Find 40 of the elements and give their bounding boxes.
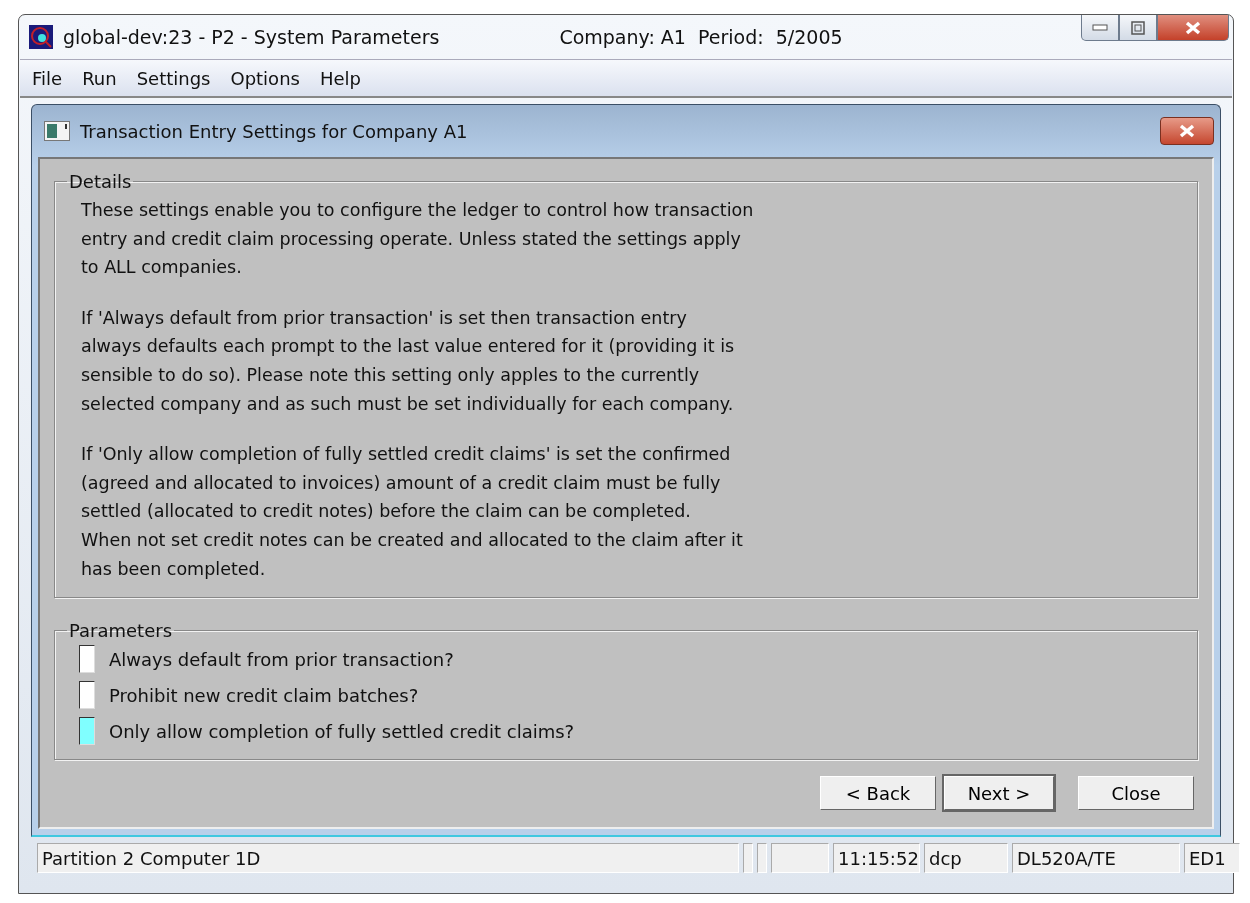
minimize-icon bbox=[1092, 23, 1108, 32]
menu-item[interactable]: Options bbox=[224, 64, 306, 92]
company-period-label: Company: A1 Period: 5/2005 bbox=[559, 26, 843, 48]
status-bar-panel: DL520A/TE bbox=[1012, 843, 1180, 873]
checkbox[interactable] bbox=[79, 645, 95, 674]
status-bar-panel bbox=[771, 843, 829, 873]
status-bar-panel: 11:15:52 bbox=[833, 843, 920, 873]
window-title: global-dev:23 - P2 - System Parameters bbox=[63, 26, 440, 48]
dialog-close-button[interactable] bbox=[1160, 117, 1214, 145]
group-title: Details bbox=[68, 171, 133, 192]
app-icon bbox=[29, 25, 53, 49]
description-paragraph: These settings enable you to configure the ledger to control how transaction entry and credit claim processing operate. Unless stated the settings apply to ALL companies. bbox=[81, 199, 755, 280]
checkbox-label: Only allow completion of fully settled credit claims? bbox=[109, 720, 575, 742]
status-bar-panel: Partition 2 Computer 1D bbox=[37, 843, 739, 873]
menu-item[interactable]: File bbox=[26, 64, 69, 92]
close-button[interactable] bbox=[1157, 15, 1229, 41]
checkbox-label: Always default from prior transaction? bbox=[109, 648, 454, 670]
group-title: Parameters bbox=[68, 620, 174, 642]
checkbox[interactable] bbox=[79, 717, 95, 746]
checkbox-label: Prohibit new credit claim batches? bbox=[109, 684, 419, 706]
close-icon bbox=[1177, 124, 1197, 138]
status-bar-panel: dcp bbox=[924, 843, 1008, 873]
menu-item[interactable]: Settings bbox=[130, 64, 217, 92]
dialog-button[interactable]: Next > bbox=[944, 776, 1054, 811]
status-bar-panel bbox=[743, 843, 753, 873]
checkbox[interactable] bbox=[79, 681, 95, 710]
menu-item[interactable]: Run bbox=[76, 64, 123, 92]
description-paragraph: If 'Always default from prior transaction' is set then transaction entry always defaults each prompt to the last value entered for it (providing it is sensible to do so). Please note this setting only apples to the currently selected company and as such must be set individually for each company. bbox=[81, 306, 736, 416]
minimize-button[interactable] bbox=[1081, 15, 1119, 41]
dialog-title: Transaction Entry Settings for Company A1 bbox=[80, 120, 468, 142]
maximize-icon bbox=[1131, 20, 1145, 35]
menu-item[interactable]: Help bbox=[313, 64, 367, 92]
description-paragraph: If 'Only allow completion of fully settled credit claims' is set the confirmed (agreed and allocated to invoices) amount of a credit claim must be fully settled (allocated to credit notes) before the claim can be completed. When not set credit notes can be created and allocated to the claim after it has been completed. bbox=[81, 443, 744, 581]
dialog-button[interactable]: Close bbox=[1078, 776, 1194, 811]
maximize-button[interactable] bbox=[1119, 15, 1157, 41]
close-icon bbox=[1183, 20, 1203, 35]
status-bar-panel: ED1 bbox=[1184, 843, 1240, 873]
dialog-button[interactable]: < Back bbox=[820, 776, 936, 811]
status-bar-panel bbox=[757, 843, 767, 873]
window-icon bbox=[44, 121, 70, 141]
